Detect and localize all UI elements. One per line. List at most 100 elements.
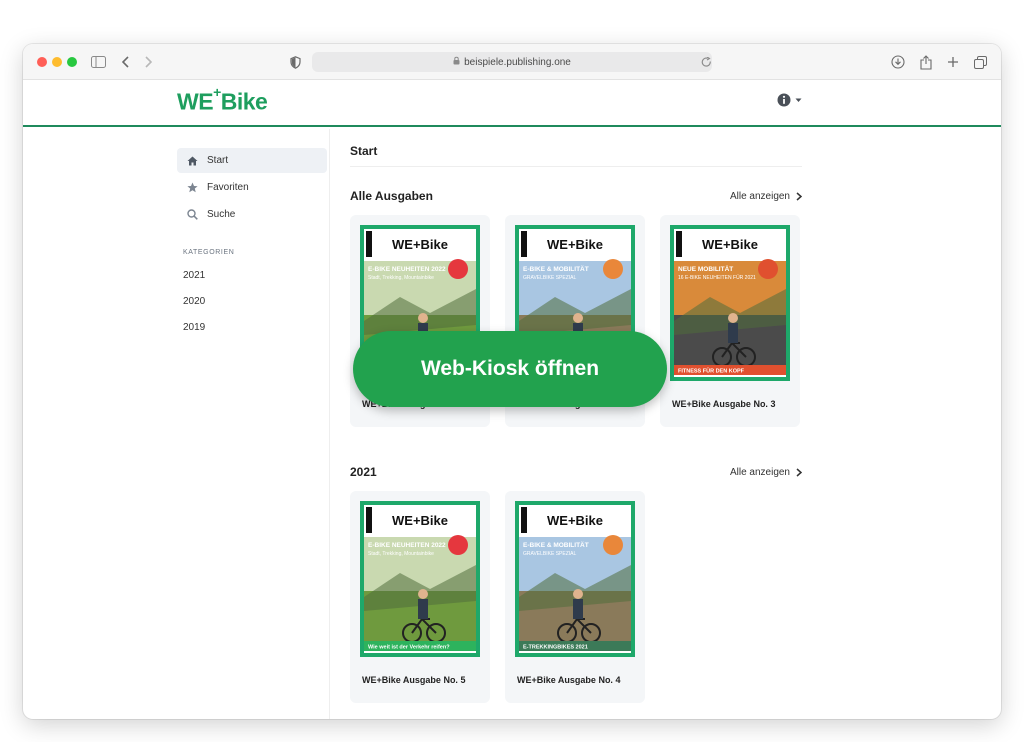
issue-card[interactable]: WE+Bike E-BIKE & MOBILITÄT GRAVELBIKE SPEZ… — [505, 491, 645, 703]
home-icon — [185, 156, 199, 166]
cover-badge — [603, 259, 623, 279]
cover-banner-text: FITNESS FÜR DEN KOPF — [678, 368, 745, 375]
sidebar-item-label: Suche — [207, 209, 236, 220]
cover-headline: E-BIKE & MOBILITÄT — [523, 265, 589, 273]
show-all-link[interactable]: Alle anzeigen — [730, 191, 802, 202]
category-item-2020[interactable]: 2020 — [183, 288, 327, 314]
section-title: Alle Ausgaben — [350, 189, 433, 203]
cover-art: WE+Bike E-BIKE NEUHEITEN 2022 Stadt, Trekk… — [360, 501, 480, 657]
cover-headline: E-BIKE NEUHEITEN 2022 — [368, 542, 446, 549]
magazine-cover: WE+Bike NEUE MOBILITÄT 16 E-BIKE NEUHEITEN… — [670, 225, 790, 381]
cover-badge — [448, 259, 468, 279]
tab-overview-icon[interactable] — [971, 53, 989, 71]
issue-title: WE+Bike Ausgabe No. 5 — [362, 675, 466, 685]
cover-rider-body — [418, 599, 428, 619]
cover-badge — [448, 535, 468, 555]
cover-rider-head — [573, 589, 583, 599]
cover-rider-body — [573, 599, 583, 619]
star-icon — [185, 182, 199, 193]
issue-grid: WE+Bike E-BIKE NEUHEITEN 2022 Stadt, Trekk… — [350, 491, 802, 703]
cover-art: WE+Bike E-BIKE & MOBILITÄT GRAVELBIKE SPEZ… — [515, 501, 635, 657]
show-all-label: Alle anzeigen — [729, 466, 790, 478]
cover-subline: 16 E-BIKE NEUHEITEN FÜR 2021 — [678, 274, 756, 281]
cover-rider-body — [728, 323, 738, 343]
back-icon[interactable] — [117, 53, 135, 71]
logo-text-main: WE — [177, 88, 214, 115]
forward-icon[interactable] — [139, 53, 157, 71]
chevron-right-icon — [796, 191, 802, 201]
privacy-shield-icon[interactable] — [286, 53, 304, 71]
issue-title: WE+Bike Ausgabe No. 4 — [517, 675, 621, 685]
lock-icon — [453, 56, 460, 68]
sidebar-divider — [329, 129, 330, 719]
magazine-cover: WE+Bike E-BIKE NEUHEITEN 2022 Stadt, Trekk… — [360, 501, 480, 657]
info-icon — [777, 93, 791, 107]
section-title: 2021 — [350, 465, 377, 479]
cover-banner-text: Wie weit ist der Verkehr reifen? — [368, 645, 450, 651]
cover-masthead: WE+Bike — [392, 237, 448, 252]
logo-text-tail: Bike — [220, 88, 268, 115]
issue-title: WE+Bike Ausgabe No. 3 — [672, 399, 776, 409]
address-bar-url: beispiele.publishing.one — [464, 56, 571, 68]
magazine-cover: WE+Bike E-BIKE & MOBILITÄT GRAVELBIKE SPEZ… — [515, 501, 635, 657]
cover-art: WE+Bike NEUE MOBILITÄT16 E-BIKE NEUHEITEN… — [670, 225, 790, 381]
cover-headline: NEUE MOBILITÄT — [678, 265, 733, 273]
cover-subline: GRAVELBIKE SPEZIAL — [523, 275, 576, 281]
browser-window: beispiele.publishing.one WE+Bike Start F… — [23, 44, 1001, 719]
cover-subline: GRAVELBIKE SPEZIAL — [523, 551, 576, 557]
cover-spine-mark — [366, 231, 372, 257]
show-all-label: Alle anzeigen — [729, 190, 790, 202]
chevron-down-icon — [795, 98, 802, 102]
category-item-2021[interactable]: 2021 — [183, 262, 327, 288]
cover-subline: Stadt, Trekking, Mountainbike — [368, 551, 434, 557]
cover-headline: E-BIKE NEUHEITEN 2022 — [368, 266, 446, 273]
info-menu-button[interactable] — [777, 93, 802, 107]
share-icon[interactable] — [917, 53, 935, 71]
cover-spine-mark — [521, 507, 527, 533]
cover-subline: Stadt, Trekking, Mountainbike — [368, 275, 434, 281]
site-header: WE+Bike — [23, 80, 1001, 127]
sidebar-item-label: Start — [207, 155, 229, 166]
cover-spine-mark — [676, 231, 682, 257]
show-all-link[interactable]: Alle anzeigen — [730, 467, 802, 478]
cover-masthead: WE+Bike — [702, 237, 758, 252]
cover-badge — [603, 535, 623, 555]
categories-heading: KATEGORIEN — [183, 249, 235, 256]
cover-headline: E-BIKE & MOBILITÄT — [523, 541, 589, 549]
sidebar-item-label: Favoriten — [207, 182, 249, 193]
category-item-2019[interactable]: 2019 — [183, 314, 327, 340]
main-content: Start Alle Ausgaben Alle anzeigen WE+Bik… — [350, 144, 802, 703]
zoom-window-button[interactable] — [67, 57, 77, 67]
browser-toolbar: beispiele.publishing.one — [23, 44, 1001, 80]
cover-spine-mark — [521, 231, 527, 257]
cover-banner-text: E-TREKKINGBIKES 2021 — [523, 645, 588, 651]
minimize-window-button[interactable] — [52, 57, 62, 67]
chevron-right-icon — [796, 467, 802, 477]
cover-spine-mark — [366, 507, 372, 533]
search-icon — [185, 209, 199, 220]
cover-masthead: WE+Bike — [392, 513, 448, 528]
section-2021: 2021 Alle anzeigen WE+Bike E-BIKE NEUHEIT… — [350, 465, 802, 703]
download-icon[interactable] — [889, 53, 907, 71]
close-window-button[interactable] — [37, 57, 47, 67]
page-title: Start — [350, 144, 802, 167]
issue-card[interactable]: WE+Bike E-BIKE NEUHEITEN 2022 Stadt, Trekk… — [350, 491, 490, 703]
address-bar[interactable]: beispiele.publishing.one — [312, 52, 712, 72]
sidebar-item-favoriten[interactable]: Favoriten — [177, 175, 327, 200]
cover-masthead: WE+Bike — [547, 513, 603, 528]
sidebar: Start Favoriten Suche KATEGORIEN 2021 20… — [177, 148, 327, 340]
site-logo[interactable]: WE+Bike — [177, 84, 268, 116]
issue-card[interactable]: WE+Bike NEUE MOBILITÄT 16 E-BIKE NEUHEITEN… — [660, 215, 800, 427]
cover-masthead: WE+Bike — [547, 237, 603, 252]
reload-icon[interactable] — [697, 53, 715, 71]
cover-rider-head — [418, 589, 428, 599]
cover-rider-head — [728, 313, 738, 323]
open-web-kiosk-button[interactable]: Web-Kiosk öffnen — [353, 331, 667, 407]
sidebar-item-start[interactable]: Start — [177, 148, 327, 173]
cover-rider-head — [418, 313, 428, 323]
cover-badge — [758, 259, 778, 279]
new-tab-icon[interactable] — [944, 53, 962, 71]
sidebar-item-suche[interactable]: Suche — [177, 202, 327, 227]
sidebar-toggle-icon[interactable] — [89, 53, 107, 71]
cover-rider-head — [573, 313, 583, 323]
